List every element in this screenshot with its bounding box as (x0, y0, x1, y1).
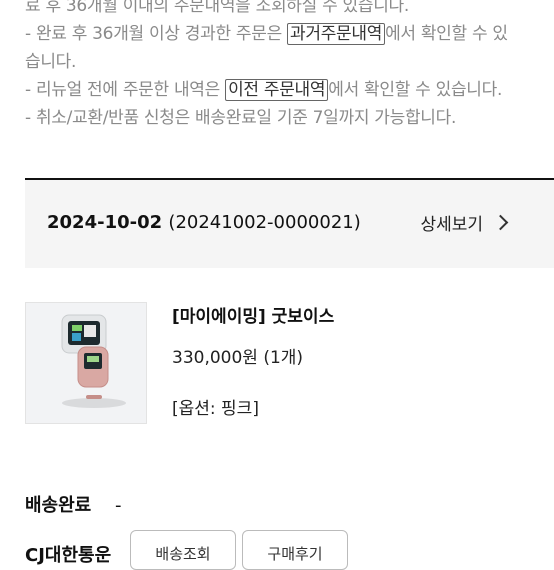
order-notice: 료 후 36개월 이내의 주문내역을 조회하실 수 있습니다. - 완료 후 3… (25, 0, 545, 132)
order-number: (20241002-0000021) (168, 212, 361, 233)
notice-line: 습니다. (25, 52, 77, 72)
notice-line: - 리뉴얼 전에 주문한 내역은 이전 주문내역 에서 확인할 수 있습니다. (25, 79, 503, 101)
write-review-button[interactable]: 구매후기 (242, 530, 348, 570)
order-date-value: 2024-10-02 (47, 212, 163, 233)
delivery-status: 배송완료 - (25, 491, 121, 517)
past-orders-link[interactable]: 과거주문내역 (287, 23, 386, 45)
product-thumbnail[interactable] (25, 302, 147, 424)
product-name[interactable]: [마이에이밍] 굿보이스 (172, 302, 334, 327)
delivery-status-extra: - (114, 495, 122, 516)
notice-line: - 완료 후 36개월 이상 경과한 주문은 과거주문내역 에서 확인할 수 있 (25, 23, 508, 45)
product-info: [마이에이밍] 굿보이스 330,000원 (1개) [옵션: 핑크] (172, 302, 334, 419)
order-detail-link[interactable]: 상세보기 (420, 210, 509, 235)
product-image (26, 303, 146, 423)
track-delivery-button[interactable]: 배송조회 (130, 530, 236, 570)
order-detail-label: 상세보기 (420, 215, 483, 235)
delivery-status-label: 배송완료 (25, 495, 92, 516)
previous-orders-link[interactable]: 이전 주문내역 (225, 79, 329, 101)
product-option: [옵션: 핑크] (172, 399, 259, 419)
notice-line: - 취소/교환/반품 신청은 배송완료일 기준 7일까지 가능합니다. (25, 108, 457, 128)
order-date: 2024-10-02 (20241002-0000021) (47, 212, 361, 233)
product-price: 330,000원 (1개) (172, 348, 304, 368)
courier-name: CJ대한통운 (25, 545, 112, 566)
chevron-right-icon (492, 214, 509, 231)
notice-line: 료 후 36개월 이내의 주문내역을 조회하실 수 있습니다. (25, 0, 410, 16)
order-header: 2024-10-02 (20241002-0000021) 상세보기 (25, 178, 554, 268)
